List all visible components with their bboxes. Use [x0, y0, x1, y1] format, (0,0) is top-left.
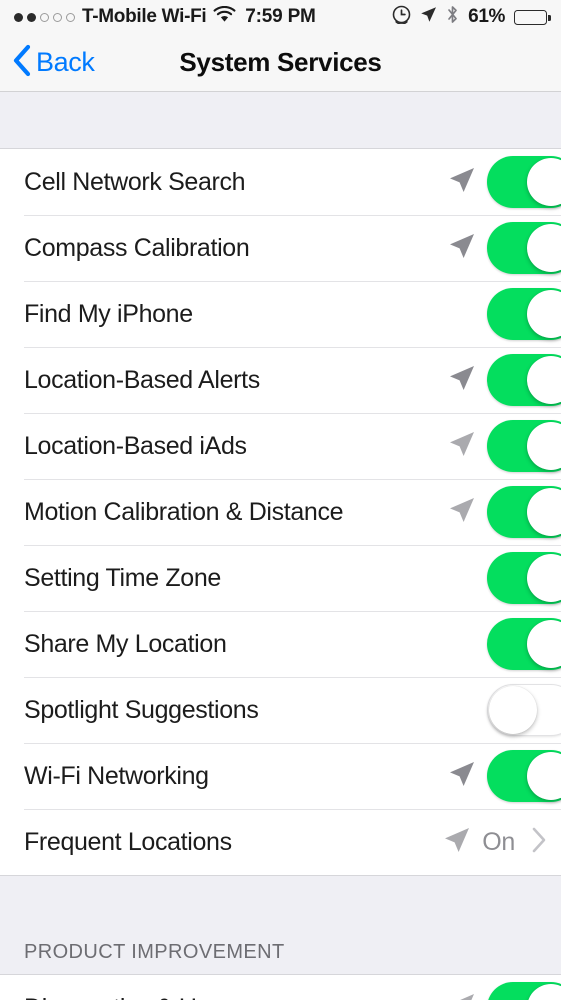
settings-row-accessory: [447, 677, 561, 743]
settings-row-accessory: [447, 975, 561, 1000]
toggle-switch[interactable]: [487, 486, 561, 538]
settings-row-accessory: [447, 347, 561, 413]
chevron-left-icon: [12, 44, 32, 82]
toggle-switch[interactable]: [487, 354, 561, 406]
settings-row-label: Cell Network Search: [24, 167, 246, 196]
location-arrow-icon: [442, 825, 472, 860]
location-arrow-icon: [447, 759, 477, 794]
settings-row-accessory: [447, 413, 561, 479]
toggle-switch[interactable]: [487, 552, 561, 604]
bluetooth-icon: [446, 5, 459, 30]
settings-row-accessory: [447, 545, 561, 611]
toggle-knob: [527, 554, 561, 602]
battery-icon: [514, 9, 551, 25]
toggle-switch[interactable]: [487, 222, 561, 274]
settings-row-label: Compass Calibration: [24, 233, 250, 262]
toggle-knob: [527, 290, 561, 338]
section-header: PRODUCT IMPROVEMENT: [0, 912, 561, 974]
settings-row-label: Frequent Locations: [24, 827, 232, 856]
signal-dot-empty: [40, 12, 49, 22]
carrier-label: T-Mobile Wi-Fi: [82, 6, 207, 27]
settings-list[interactable]: Cell Network Search Compass Calibration Fi…: [0, 92, 561, 1000]
settings-row: Compass Calibration: [0, 215, 561, 281]
settings-row: Share My Location: [0, 611, 561, 677]
signal-dot-filled: [27, 12, 36, 22]
signal-dot-filled: [14, 12, 23, 22]
signal-dot-empty: [66, 12, 75, 22]
signal-strength-dots: [14, 12, 75, 22]
location-arrow-icon: [447, 429, 477, 464]
settings-row-accessory: [447, 611, 561, 677]
location-arrow-icon: [420, 6, 437, 29]
section-header-label: PRODUCT IMPROVEMENT: [24, 941, 285, 963]
location-arrow-icon: [447, 991, 477, 1000]
settings-row: Cell Network Search: [0, 149, 561, 215]
navigation-bar: Back System Services: [0, 34, 561, 92]
settings-row-accessory: [447, 479, 561, 545]
settings-row: Motion Calibration & Distance: [0, 479, 561, 545]
section-spacer: [0, 876, 561, 912]
settings-row-accessory: [447, 281, 561, 347]
settings-row-label: Share My Location: [24, 629, 227, 658]
toggle-switch[interactable]: [487, 420, 561, 472]
chevron-right-icon: [531, 826, 547, 859]
toggle-knob: [527, 752, 561, 800]
wifi-icon: [213, 5, 236, 29]
alarm-clock-icon: [392, 5, 411, 30]
settings-row-accessory: On: [442, 809, 561, 875]
location-arrow-icon: [447, 231, 477, 266]
iphone-screen: T-Mobile Wi-Fi 7:59 PM 61% Back System S…: [0, 0, 561, 1000]
settings-row: Location-Based Alerts: [0, 347, 561, 413]
settings-row-label: Setting Time Zone: [24, 563, 221, 592]
back-button[interactable]: Back: [0, 44, 95, 82]
toggle-switch[interactable]: [487, 982, 561, 1000]
toggle-switch[interactable]: [487, 684, 561, 736]
toggle-knob: [527, 984, 561, 1000]
toggle-knob: [527, 224, 561, 272]
location-arrow-icon: [447, 495, 477, 530]
settings-row: Find My iPhone: [0, 281, 561, 347]
settings-row-label: Motion Calibration & Distance: [24, 497, 344, 526]
signal-dot-empty: [53, 12, 62, 22]
settings-row-accessory: [447, 215, 561, 281]
settings-row: Spotlight Suggestions: [0, 677, 561, 743]
toggle-knob: [527, 488, 561, 536]
settings-group: Diagnostics & Usage: [0, 974, 561, 1000]
settings-row-label: Wi-Fi Networking: [24, 761, 209, 790]
settings-row-accessory: [447, 743, 561, 809]
settings-row-accessory: [447, 149, 561, 215]
toggle-knob: [527, 158, 561, 206]
settings-row: Diagnostics & Usage: [0, 975, 561, 1000]
toggle-switch[interactable]: [487, 288, 561, 340]
settings-row-label: Location-Based iAds: [24, 431, 247, 460]
toggle-switch[interactable]: [487, 750, 561, 802]
location-arrow-icon: [447, 363, 477, 398]
toggle-knob: [489, 686, 537, 734]
settings-row-value: On: [482, 827, 515, 856]
settings-row-label: Location-Based Alerts: [24, 365, 260, 394]
settings-row: Setting Time Zone: [0, 545, 561, 611]
settings-row-label: Find My iPhone: [24, 299, 193, 328]
battery-percent-label: 61%: [468, 6, 505, 27]
top-spacer: [0, 92, 561, 148]
toggle-knob: [527, 620, 561, 668]
status-bar-right: 61%: [392, 5, 551, 30]
settings-group: Cell Network Search Compass Calibration Fi…: [0, 148, 561, 876]
settings-row-label: Spotlight Suggestions: [24, 695, 259, 724]
settings-row: Wi-Fi Networking: [0, 743, 561, 809]
back-button-label: Back: [36, 47, 95, 77]
settings-row-label: Diagnostics & Usage: [24, 994, 250, 1000]
toggle-switch[interactable]: [487, 618, 561, 670]
settings-row[interactable]: Frequent Locations On: [0, 809, 561, 875]
location-arrow-icon: [447, 165, 477, 200]
status-bar-left: T-Mobile Wi-Fi: [14, 5, 236, 29]
settings-row: Location-Based iAds: [0, 413, 561, 479]
toggle-knob: [527, 422, 561, 470]
status-bar: T-Mobile Wi-Fi 7:59 PM 61%: [0, 0, 561, 34]
toggle-knob: [527, 356, 561, 404]
toggle-switch[interactable]: [487, 156, 561, 208]
